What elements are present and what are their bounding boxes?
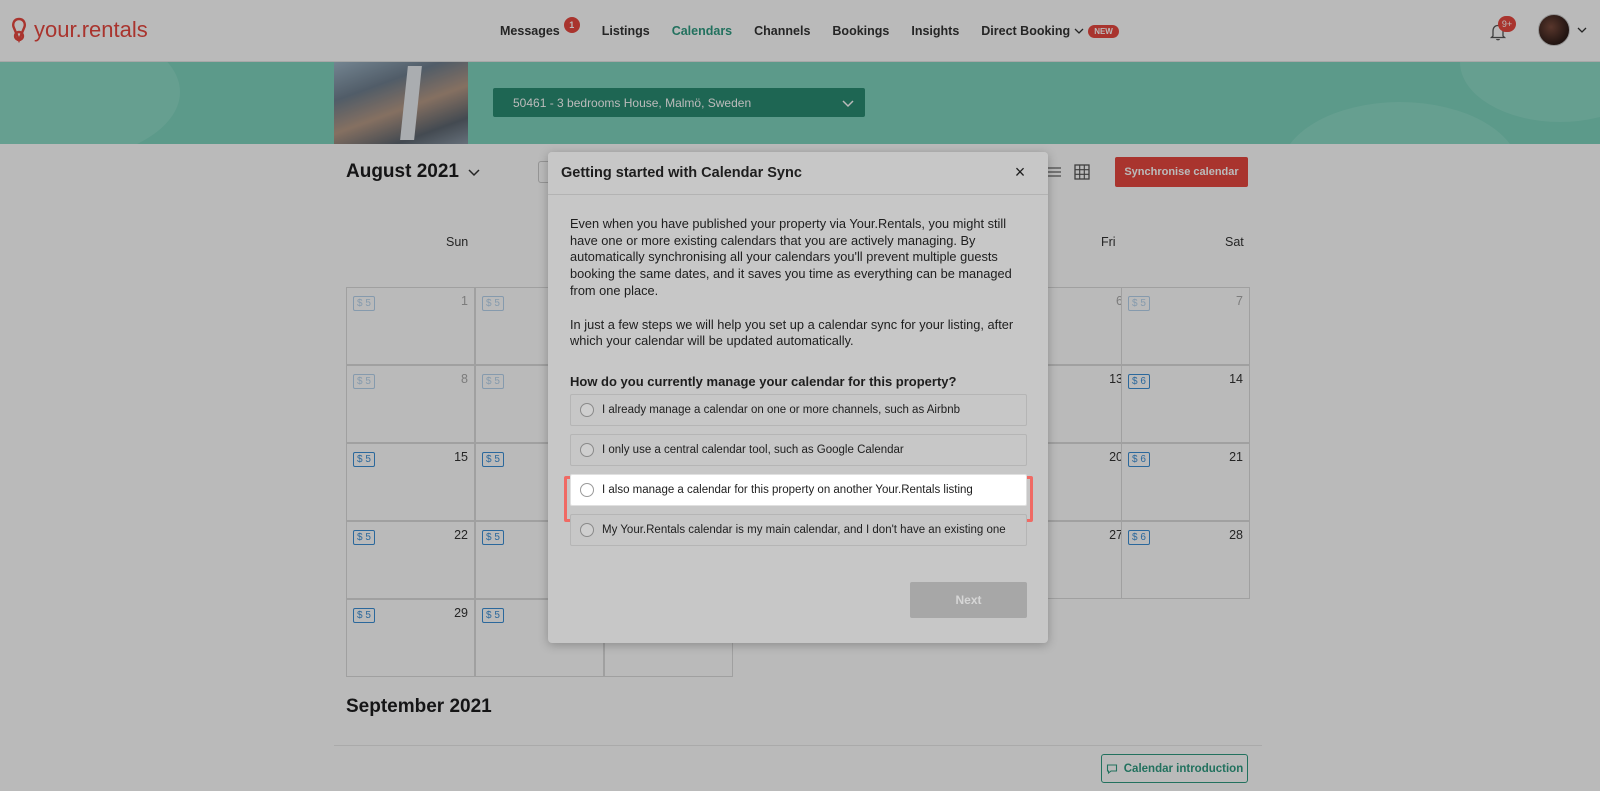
modal-header: Getting started with Calendar Sync × xyxy=(548,152,1048,195)
option-another-listing[interactable]: I also manage a calendar for this proper… xyxy=(570,474,1027,506)
radio-button[interactable] xyxy=(580,403,594,417)
option-label: My Your.Rentals calendar is my main cale… xyxy=(602,524,1006,536)
radio-button[interactable] xyxy=(580,523,594,537)
option-channels[interactable]: I already manage a calendar on one or mo… xyxy=(570,394,1027,426)
next-button[interactable]: Next xyxy=(910,582,1027,618)
steps-paragraph: In just a few steps we will help you set… xyxy=(570,316,1014,349)
intro-paragraph: Even when you have published your proper… xyxy=(570,216,1012,298)
option-central-calendar[interactable]: I only use a central calendar tool, such… xyxy=(570,434,1027,466)
option-main-calendar[interactable]: My Your.Rentals calendar is my main cale… xyxy=(570,514,1027,546)
calendar-sync-modal: Getting started with Calendar Sync × Eve… xyxy=(548,152,1048,643)
radio-button[interactable] xyxy=(580,443,594,457)
option-label: I only use a central calendar tool, such… xyxy=(602,444,904,456)
modal-title: Getting started with Calendar Sync xyxy=(561,165,802,181)
option-label: I also manage a calendar for this proper… xyxy=(602,484,973,496)
question-label: How do you currently manage your calenda… xyxy=(570,374,957,389)
option-label: I already manage a calendar on one or mo… xyxy=(602,404,960,416)
modal-body: Even when you have published your proper… xyxy=(570,216,1020,367)
close-icon[interactable]: × xyxy=(1012,163,1028,181)
radio-button[interactable] xyxy=(580,483,594,497)
